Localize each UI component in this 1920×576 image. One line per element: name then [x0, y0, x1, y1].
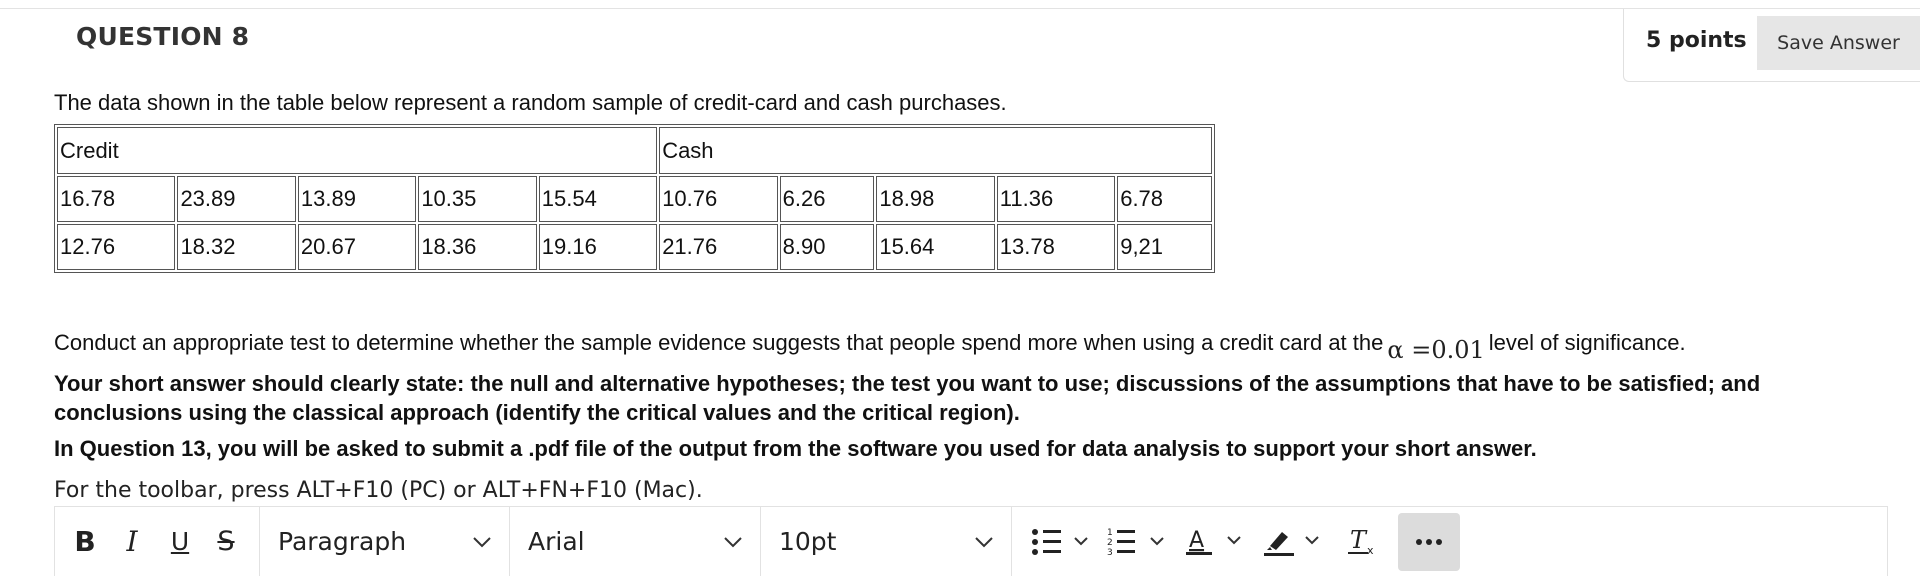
- followup-note: In Question 13, you will be asked to sub…: [54, 436, 1537, 461]
- table-cell: 19.16: [538, 224, 658, 270]
- font-family-value: Arial: [528, 527, 585, 556]
- chevron-down-icon: [473, 536, 491, 547]
- numbered-list-icon: 1 2 3: [1107, 528, 1164, 557]
- task-statement: Conduct an appropriate test to determine…: [54, 328, 1686, 364]
- svg-text:A: A: [1189, 528, 1204, 553]
- strikethrough-button[interactable]: S: [203, 513, 249, 571]
- underline-button[interactable]: U: [157, 513, 203, 571]
- table-cell: 15.64: [876, 224, 995, 270]
- table-cell: 6.78: [1117, 176, 1212, 222]
- alpha-formula: α =0.01: [1387, 336, 1485, 364]
- table-cell: 23.89: [177, 176, 296, 222]
- bullet-list-button[interactable]: [1026, 513, 1100, 571]
- bullet-list-icon: [1032, 528, 1088, 555]
- table-row: 16.78 23.89 13.89 10.35 15.54 10.76 6.26…: [57, 176, 1212, 222]
- more-icon: [1416, 538, 1442, 545]
- table-cell: 10.76: [659, 176, 778, 222]
- task-text-after: level of significance.: [1488, 330, 1686, 355]
- font-family-select[interactable]: Arial: [510, 507, 760, 576]
- svg-text:x: x: [1367, 544, 1374, 557]
- header-credit: Credit: [57, 127, 658, 174]
- font-size-value: 10pt: [779, 527, 837, 556]
- intro-text: The data shown in the table below repres…: [54, 90, 1007, 115]
- numbered-list-button[interactable]: 1 2 3: [1100, 513, 1178, 571]
- italic-button[interactable]: I: [107, 513, 157, 571]
- task-text-before: Conduct an appropriate test to determine…: [54, 330, 1384, 355]
- table-row: 12.76 18.32 20.67 18.36 19.16 21.76 8.90…: [57, 224, 1212, 270]
- toolbar-divider: [1011, 506, 1012, 576]
- table-cell: 18.36: [418, 224, 537, 270]
- svg-text:3: 3: [1107, 548, 1113, 557]
- table-cell: 18.98: [876, 176, 995, 222]
- table-cell: 20.67: [297, 224, 417, 270]
- font-size-select[interactable]: 10pt: [761, 507, 1011, 576]
- table-cell: 9,21: [1117, 224, 1212, 270]
- points-label: 5 points: [1646, 28, 1747, 53]
- table-header-row: Credit Cash: [57, 127, 1212, 174]
- table-cell: 12.76: [57, 224, 176, 270]
- table-cell: 13.78: [996, 224, 1116, 270]
- table-cell: 13.89: [297, 176, 417, 222]
- chevron-down-icon: [975, 536, 993, 547]
- table-cell: 6.26: [779, 176, 875, 222]
- table-cell: 18.32: [177, 224, 296, 270]
- highlight-icon: [1264, 531, 1319, 556]
- chevron-down-icon: [724, 536, 742, 547]
- answer-requirements: Your short answer should clearly state: …: [54, 371, 1761, 425]
- table-cell: 11.36: [996, 176, 1116, 222]
- header-cash: Cash: [659, 127, 1212, 174]
- highlight-color-button[interactable]: [1254, 513, 1334, 571]
- table-cell: 21.76: [659, 224, 778, 270]
- paragraph-format-value: Paragraph: [278, 527, 407, 556]
- purchases-table: Credit Cash 16.78 23.89 13.89 10.35 15.5…: [54, 124, 1215, 273]
- clear-formatting-button[interactable]: T x: [1334, 513, 1390, 571]
- svg-text:T: T: [1350, 526, 1368, 554]
- table-cell: 10.35: [418, 176, 537, 222]
- text-color-button[interactable]: A: [1178, 513, 1254, 571]
- table-cell: 8.90: [779, 224, 875, 270]
- clear-format-icon: T x: [1348, 526, 1374, 557]
- svg-text:1: 1: [1107, 528, 1113, 538]
- text-color-icon: A: [1186, 528, 1241, 555]
- svg-text:2: 2: [1107, 538, 1113, 548]
- bold-button[interactable]: B: [63, 513, 107, 571]
- toolbar-hint: For the toolbar, press ALT+F10 (PC) or A…: [54, 478, 703, 503]
- table-cell: 16.78: [57, 176, 176, 222]
- table-cell: 15.54: [538, 176, 658, 222]
- more-options-button[interactable]: [1398, 512, 1460, 571]
- editor-toolbar: B I U S Paragraph Arial 10pt 1 2 3 A T x: [54, 506, 1888, 576]
- question-title: QUESTION 8: [76, 22, 250, 51]
- paragraph-format-select[interactable]: Paragraph: [260, 507, 509, 576]
- save-answer-button[interactable]: Save Answer: [1757, 16, 1920, 70]
